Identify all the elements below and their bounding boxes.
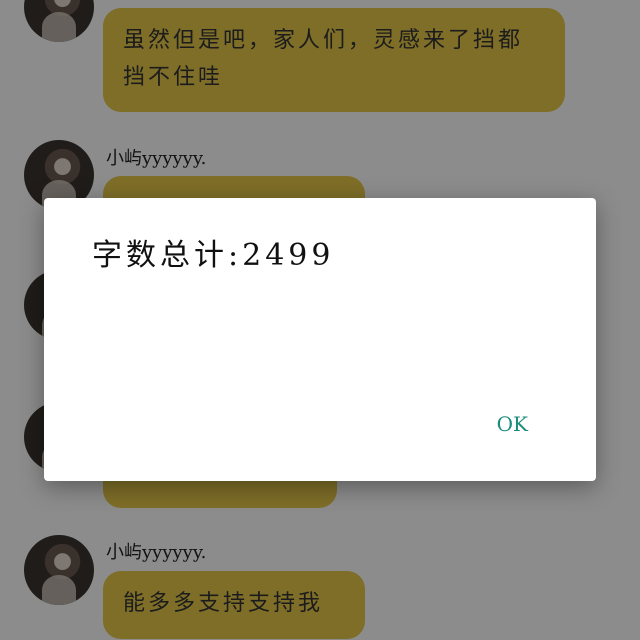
dialog-message: 字数总计:2499 bbox=[92, 238, 335, 273]
word-count-dialog: 字数总计:2499 OK bbox=[44, 198, 596, 481]
ok-button[interactable]: OK bbox=[497, 412, 528, 436]
